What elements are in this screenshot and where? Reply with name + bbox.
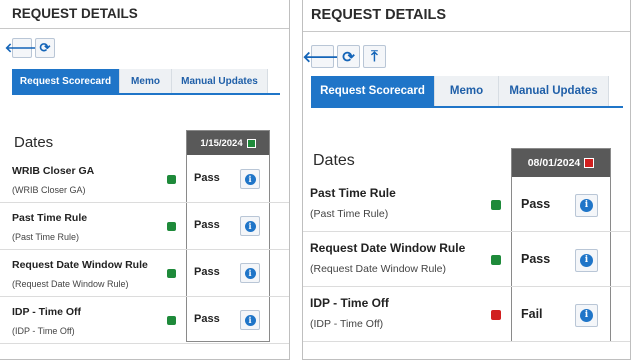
back-button[interactable]: 🡐 xyxy=(5,38,39,58)
rule-row: IDP - Time Off (IDP - Time Off) Fail i xyxy=(303,286,630,342)
info-icon: i xyxy=(244,267,256,279)
request-details-panel-left: REQUEST DETAILS 🡐 ⟳ Request Scorecard Me… xyxy=(0,0,290,360)
tab-request-scorecard[interactable]: Request Scorecard xyxy=(12,69,120,93)
status-indicator xyxy=(167,174,176,184)
date-column-header[interactable]: 1/15/2024 xyxy=(187,131,269,155)
scroll-to-top-button[interactable]: ⤒ xyxy=(363,45,386,68)
rule-name: WRIB Closer GA xyxy=(12,165,95,177)
tab-memo[interactable]: Memo xyxy=(120,69,172,93)
rule-subtitle: (Request Date Window Rule) xyxy=(12,279,129,289)
toolbar: 🡐 ⟳ ⤒ xyxy=(302,45,386,68)
rule-subtitle: (Request Date Window Rule) xyxy=(310,263,446,275)
info-icon: i xyxy=(580,198,593,212)
info-button[interactable]: i xyxy=(240,263,260,283)
request-details-panel-right: REQUEST DETAILS 🡐 ⟳ ⤒ Request Scorecard … xyxy=(302,0,631,360)
tab-bar: Request Scorecard Memo Manual Updates xyxy=(311,76,623,108)
info-button[interactable]: i xyxy=(575,303,598,327)
info-icon: i xyxy=(244,220,256,232)
rule-row: IDP - Time Off (IDP - Time Off) Pass i xyxy=(0,296,289,344)
tab-manual-updates[interactable]: Manual Updates xyxy=(172,69,268,93)
tab-manual-updates[interactable]: Manual Updates xyxy=(499,76,609,106)
refresh-icon: ⟳ xyxy=(342,48,355,66)
toolbar: 🡐 ⟳ xyxy=(5,38,55,58)
rule-name: Request Date Window Rule xyxy=(310,241,466,255)
dates-label: Dates xyxy=(313,152,355,169)
date-status-indicator xyxy=(246,138,256,148)
info-button[interactable]: i xyxy=(240,310,260,330)
status-indicator xyxy=(491,255,501,265)
tab-request-scorecard[interactable]: Request Scorecard xyxy=(311,76,435,106)
tab-memo[interactable]: Memo xyxy=(435,76,499,106)
rule-name: IDP - Time Off xyxy=(310,296,389,310)
rule-name: IDP - Time Off xyxy=(12,306,82,318)
info-button[interactable]: i xyxy=(240,216,260,236)
status-indicator xyxy=(167,221,176,231)
info-icon: i xyxy=(244,314,256,326)
rule-subtitle: (IDP - Time Off) xyxy=(12,326,75,336)
info-button[interactable]: i xyxy=(575,248,598,272)
panel-title: REQUEST DETAILS xyxy=(303,0,630,32)
date-column-header[interactable]: 08/01/2024 xyxy=(512,149,610,177)
tab-bar: Request Scorecard Memo Manual Updates xyxy=(12,69,280,95)
rule-row: WRIB Closer GA (WRIB Closer GA) Pass i xyxy=(0,155,289,203)
rule-result: Pass xyxy=(194,171,220,184)
rule-result: Pass xyxy=(194,265,220,278)
date-value: 08/01/2024 xyxy=(527,157,581,169)
rule-subtitle: (IDP - Time Off) xyxy=(310,318,384,330)
status-indicator xyxy=(167,315,176,325)
rule-result: Pass xyxy=(194,218,220,231)
rule-subtitle: (Past Time Rule) xyxy=(12,232,80,242)
rule-subtitle: (WRIB Closer GA) xyxy=(12,185,86,195)
info-button[interactable]: i xyxy=(240,169,260,189)
rule-name: Past Time Rule xyxy=(12,212,88,224)
back-button[interactable]: 🡐 xyxy=(302,45,343,68)
rule-name: Past Time Rule xyxy=(310,186,396,200)
status-indicator xyxy=(491,310,501,320)
info-icon: i xyxy=(580,308,593,322)
refresh-button[interactable]: ⟳ xyxy=(35,38,55,58)
refresh-icon: ⟳ xyxy=(39,40,51,55)
rule-row: Past Time Rule (Past Time Rule) Pass i xyxy=(303,176,630,232)
rule-subtitle: (Past Time Rule) xyxy=(310,208,389,220)
dates-label: Dates xyxy=(14,134,54,151)
panel-title: REQUEST DETAILS xyxy=(0,0,289,29)
date-value: 1/15/2024 xyxy=(200,137,243,149)
rule-row: Request Date Window Rule (Request Date Wi… xyxy=(0,249,289,297)
rule-row: Request Date Window Rule (Request Date Wi… xyxy=(303,231,630,287)
rule-result: Fail xyxy=(521,306,543,321)
rule-name: Request Date Window Rule xyxy=(12,259,148,271)
rule-result: Pass xyxy=(521,251,551,266)
status-indicator xyxy=(491,200,501,210)
info-button[interactable]: i xyxy=(575,193,598,217)
refresh-button[interactable]: ⟳ xyxy=(337,45,360,68)
rule-result: Pass xyxy=(521,196,551,211)
rule-row: Past Time Rule (Past Time Rule) Pass i xyxy=(0,202,289,250)
rule-result: Pass xyxy=(194,312,220,325)
date-status-indicator xyxy=(584,158,595,168)
info-icon: i xyxy=(580,253,593,267)
status-indicator xyxy=(167,268,176,278)
info-icon: i xyxy=(244,173,256,185)
arrow-up-to-top-icon: ⤒ xyxy=(371,48,378,65)
